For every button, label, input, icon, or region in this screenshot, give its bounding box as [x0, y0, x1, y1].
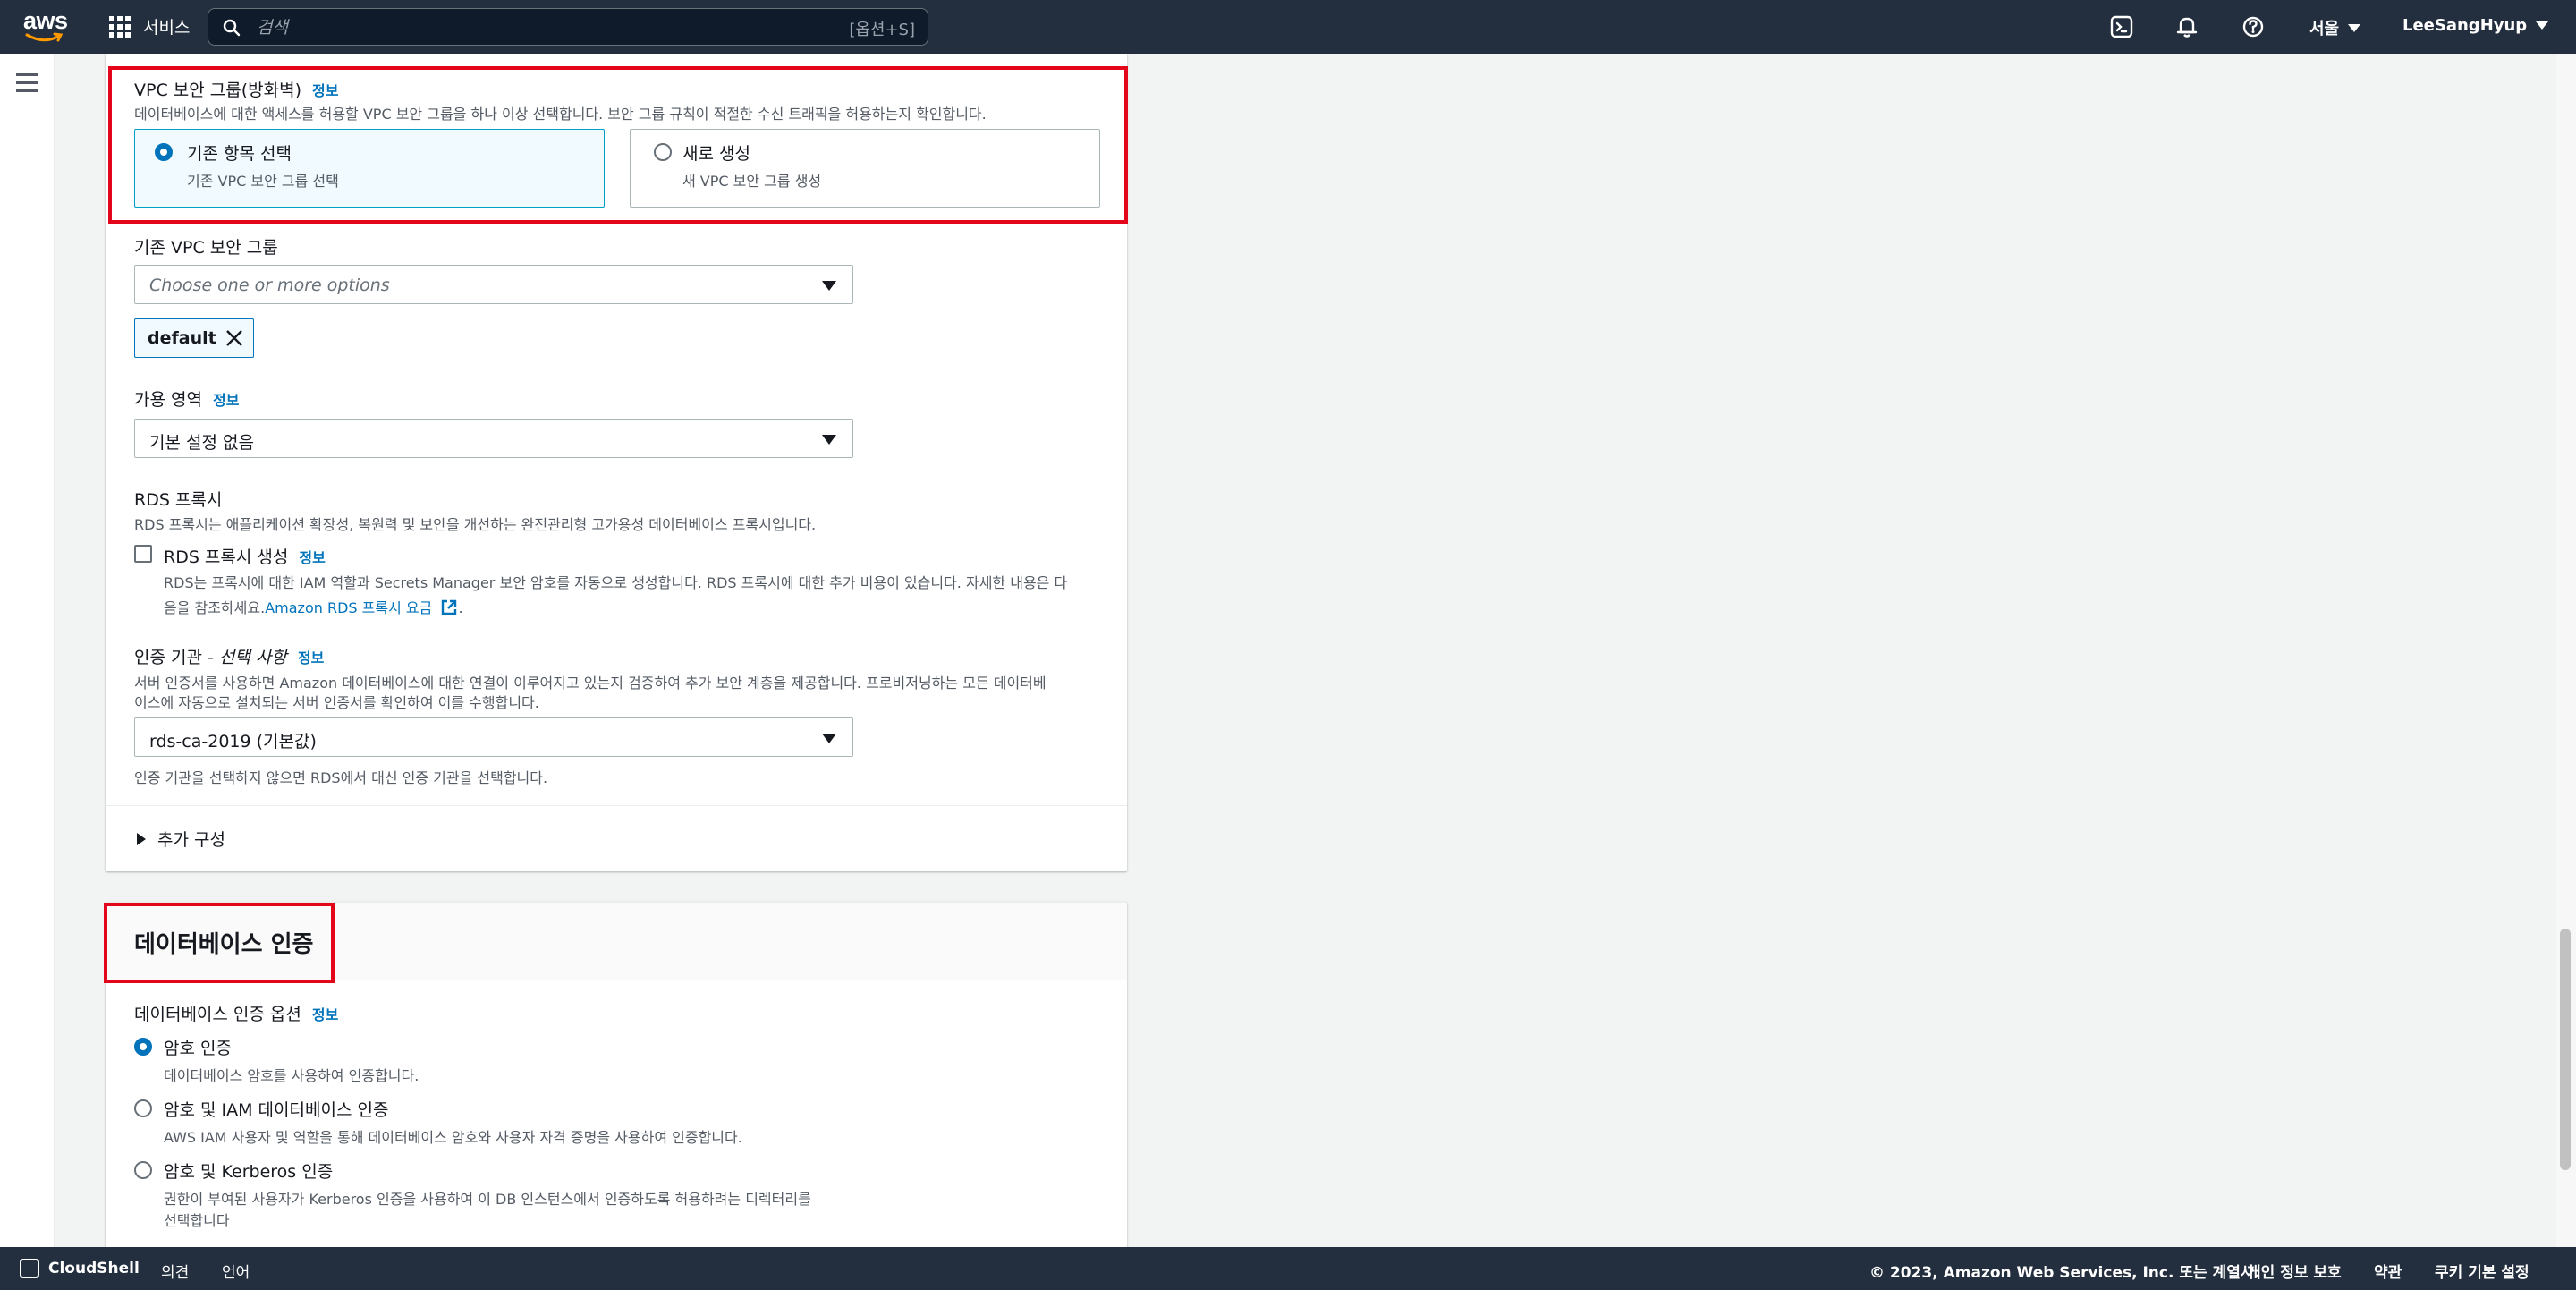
chevron-down-icon [2348, 23, 2361, 32]
footer-privacy[interactable]: 개인 정보 보호 [2247, 1260, 2342, 1282]
page-scrollbar[interactable] [2556, 54, 2576, 1247]
db-auth-option-3-title: 암호 및 Kerberos 인증 [164, 1162, 334, 1182]
radio-existing[interactable] [155, 143, 173, 161]
search-box[interactable]: [옵션+S] [208, 8, 928, 46]
cert-hint: 인증 기관을 선택하지 않으면 RDS에서 대신 인증 기관을 선택합니다. [134, 769, 548, 786]
search-icon [223, 19, 241, 37]
rds-proxy-checkbox[interactable] [134, 545, 152, 563]
radio-new[interactable] [654, 143, 672, 161]
sg-description: 데이터베이스에 대한 액세스를 허용할 VPC 보안 그룹을 하나 이상 선택합… [134, 106, 987, 123]
db-auth-option-1-title: 암호 인증 [164, 1039, 232, 1058]
db-auth-option-1-desc: 데이터베이스 암호를 사용하여 인증합니다. [164, 1067, 419, 1084]
cert-select[interactable]: rds-ca-2019 (기본값) [134, 717, 853, 757]
az-value: 기본 설정 없음 [149, 433, 254, 453]
sg-token-default: default [134, 318, 254, 358]
radio-password-auth[interactable] [134, 1038, 152, 1056]
cloudshell-icon[interactable] [2107, 13, 2136, 41]
cloudshell-icon[interactable] [20, 1259, 39, 1278]
connectivity-panel: VPC 보안 그룹(방화벽) 정보 데이터베이스에 대한 액세스를 허용할 VPC… [106, 54, 1128, 871]
aws-smile-icon [25, 32, 64, 42]
search-input[interactable] [255, 14, 813, 41]
close-icon[interactable] [225, 328, 244, 348]
caret-down-icon [822, 734, 836, 743]
az-info-link[interactable]: 정보 [213, 392, 239, 409]
rds-proxy-checkbox-label: RDS 프록시 생성 [164, 547, 289, 567]
radio-password-kerberos-auth[interactable] [134, 1161, 152, 1179]
cert-description-line2: 이스에 자동으로 설치되는 서버 인증서를 확인하여 이를 수행합니다. [134, 694, 539, 711]
sg-token-label: default [148, 328, 216, 348]
rds-proxy-info-link[interactable]: 정보 [299, 549, 325, 566]
sg-option-new-subtitle: 새 VPC 보안 그룹 생성 [682, 173, 822, 190]
additional-config-toggle[interactable]: 추가 구성 [136, 827, 225, 851]
region-label: 서울 [2309, 20, 2340, 38]
rds-proxy-pricing-link[interactable]: Amazon RDS 프록시 요금 [265, 599, 432, 616]
db-auth-panel: 데이터베이스 인증 데이터베이스 인증 옵션 정보 암호 인증 데이터베이스 암호… [104, 902, 1127, 1252]
footer-cookies[interactable]: 쿠키 기본 설정 [2435, 1260, 2529, 1282]
sg-info-link[interactable]: 정보 [312, 82, 338, 99]
bell-icon[interactable] [2173, 13, 2201, 41]
top-navigation: aws 서비스 [옵션+S] 서울 [0, 0, 2576, 54]
db-auth-option-2-title: 암호 및 IAM 데이터베이스 인증 [164, 1100, 389, 1120]
caret-down-icon [822, 281, 836, 291]
grid-icon [109, 15, 131, 38]
db-auth-option-3-desc: 권한이 부여된 사용자가 Kerberos 인증을 사용하여 이 DB 인스턴스… [164, 1191, 811, 1208]
rds-proxy-link-suffix: . [458, 599, 463, 616]
db-auth-title: 데이터베이스 인증 [134, 931, 314, 958]
db-auth-info-link[interactable]: 정보 [312, 1006, 338, 1023]
search-shortcut: [옵션+S] [849, 21, 915, 39]
existing-sg-placeholder: Choose one or more options [149, 276, 390, 295]
user-name: LeeSangHyup [2402, 16, 2528, 35]
rds-proxy-description: RDS 프록시는 애플리케이션 확장성, 복원력 및 보안을 개선하는 완전관리… [134, 516, 817, 533]
sg-option-existing[interactable]: 기존 항목 선택 기존 VPC 보안 그룹 선택 [134, 129, 605, 208]
existing-sg-label: 기존 VPC 보안 그룹 [134, 238, 278, 258]
sg-option-new[interactable]: 새로 생성 새 VPC 보안 그룹 생성 [630, 129, 1100, 208]
sg-title: VPC 보안 그룹(방화벽) [134, 81, 301, 100]
rds-proxy-checkbox-desc: RDS는 프록시에 대한 IAM 역할과 Secrets Manager 보안 … [164, 571, 1112, 617]
services-label: 서비스 [143, 18, 191, 38]
sg-option-new-title: 새로 생성 [682, 144, 750, 164]
region-selector[interactable]: 서울 [2309, 16, 2361, 39]
footer-copyright: © 2023, Amazon Web Services, Inc. 또는 계열사… [1869, 1264, 2260, 1282]
footer-feedback[interactable]: 의견 [161, 1260, 189, 1282]
cert-description-line1: 서버 인증서를 사용하면 Amazon 데이터베이스에 대한 연결이 이루어지고… [134, 675, 1046, 692]
footer-language[interactable]: 언어 [222, 1260, 250, 1282]
chevron-down-icon [2536, 21, 2549, 30]
footer: CloudShell 의견 언어 © 2023, Amazon Web Serv… [0, 1247, 2576, 1290]
caret-right-icon [137, 832, 146, 845]
cert-value: rds-ca-2019 (기본값) [149, 732, 317, 751]
footer-terms[interactable]: 약관 [2374, 1260, 2402, 1282]
existing-sg-select[interactable]: Choose one or more options [134, 265, 853, 304]
divider [106, 805, 1127, 806]
sg-option-existing-title: 기존 항목 선택 [187, 144, 292, 164]
caret-down-icon [822, 435, 836, 445]
help-icon[interactable] [2239, 13, 2267, 41]
db-auth-option-3-desc-line2: 선택합니다 [164, 1212, 230, 1229]
cert-label-optional: 선택 사항 [218, 648, 287, 667]
rds-proxy-desc-line1: RDS는 프록시에 대한 IAM 역할과 Secrets Manager 보안 … [164, 574, 1068, 591]
radio-password-iam-auth[interactable] [134, 1099, 152, 1117]
user-menu[interactable]: LeeSangHyup [2402, 16, 2549, 35]
side-navigation-rail [0, 54, 55, 1247]
external-link-icon[interactable] [440, 598, 458, 616]
az-label: 가용 영역 [134, 390, 202, 410]
sg-option-existing-subtitle: 기존 VPC 보안 그룹 선택 [187, 173, 339, 190]
menu-icon[interactable] [16, 73, 38, 98]
db-auth-option-2-desc: AWS IAM 사용자 및 역할을 통해 데이터베이스 암호와 사용자 자격 증… [164, 1129, 742, 1146]
cert-info-link[interactable]: 정보 [298, 649, 324, 666]
db-auth-options-label: 데이터베이스 인증 옵션 [134, 1005, 301, 1024]
scrollbar-thumb[interactable] [2560, 929, 2571, 1170]
rds-proxy-desc-line2: 음을 참조하세요. [164, 599, 266, 616]
footer-cloudshell[interactable]: CloudShell [48, 1260, 140, 1277]
aws-logo-text: aws [23, 7, 68, 34]
aws-logo[interactable]: aws [23, 7, 68, 47]
cert-label: 인증 기관 - [134, 648, 219, 667]
rds-proxy-title: RDS 프록시 [134, 490, 223, 510]
az-select[interactable]: 기본 설정 없음 [134, 419, 853, 458]
services-menu[interactable]: 서비스 [109, 14, 190, 38]
additional-config-label: 추가 구성 [157, 830, 225, 850]
